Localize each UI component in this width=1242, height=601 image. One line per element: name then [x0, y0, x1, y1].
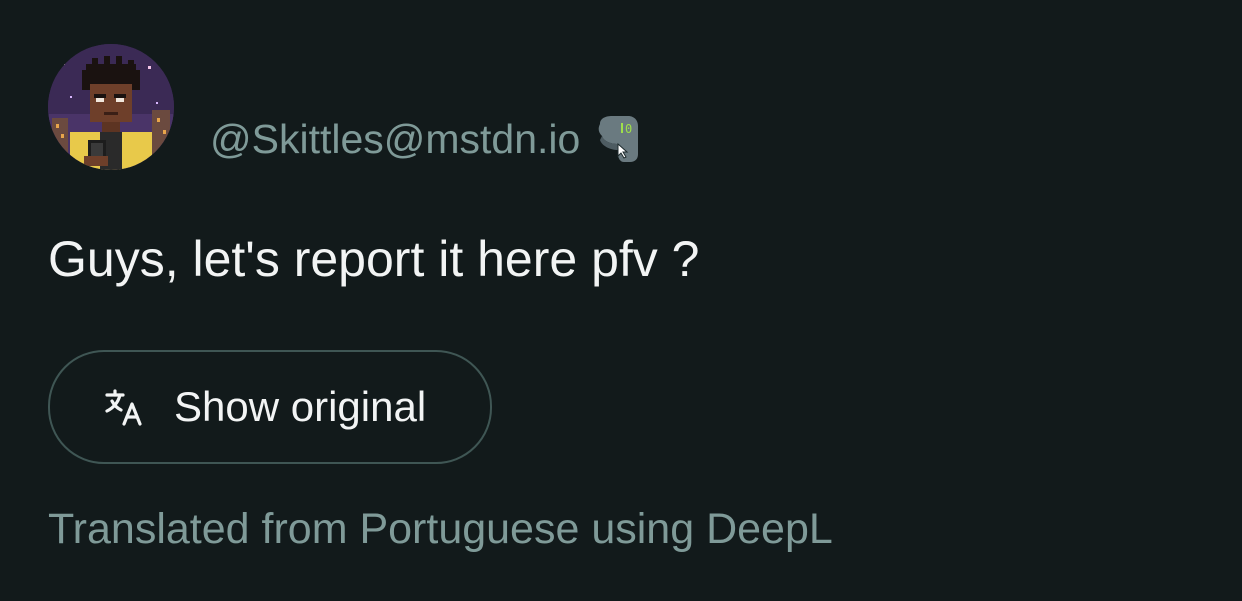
account-handle-row: @Skittles@mstdn.io 0 [210, 112, 642, 166]
status-post: @Skittles@mstdn.io 0 Guys, let's report … [0, 0, 1242, 601]
svg-text:0: 0 [625, 122, 632, 136]
avatar-image [48, 44, 174, 170]
avatar[interactable] [48, 44, 174, 170]
show-original-label: Show original [174, 383, 427, 430]
translate-icon [104, 388, 144, 428]
account-handle[interactable]: @Skittles@mstdn.io [210, 112, 580, 166]
mastodon-elephant-emoji-icon: 0 [594, 114, 642, 164]
show-original-button[interactable]: Show original [48, 350, 492, 464]
status-content: Guys, let's report it here pfv ? [48, 231, 700, 287]
translation-provider-text: Translated from Portuguese using DeepL [48, 505, 833, 553]
